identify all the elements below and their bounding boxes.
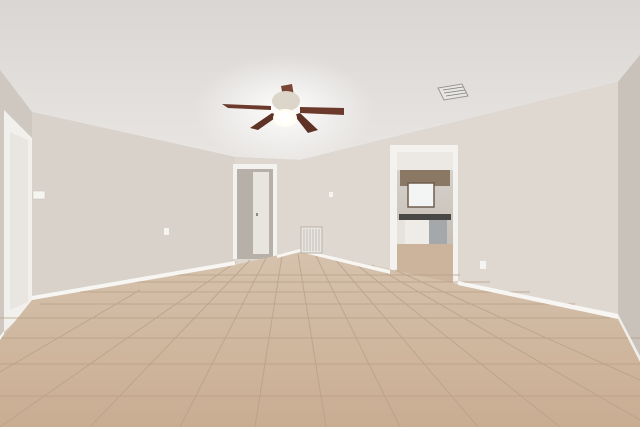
fan-motor-housing [272,91,300,111]
wall-switch-back [329,192,333,197]
kitchen-ceiling [397,152,453,170]
hallway-interior-door [253,172,269,254]
left-doorway-opening [10,132,28,310]
kitchen-dishwasher [429,220,447,244]
fan-bulb-glow [279,112,291,124]
outlet-right [480,261,486,269]
right-wall [618,55,640,362]
kitchen-counter [399,214,451,220]
hallway-door-knob [256,213,258,216]
room-photo [0,0,640,427]
light-switch [32,190,46,200]
kitchen-window [408,183,434,207]
outlet-left [164,228,169,235]
